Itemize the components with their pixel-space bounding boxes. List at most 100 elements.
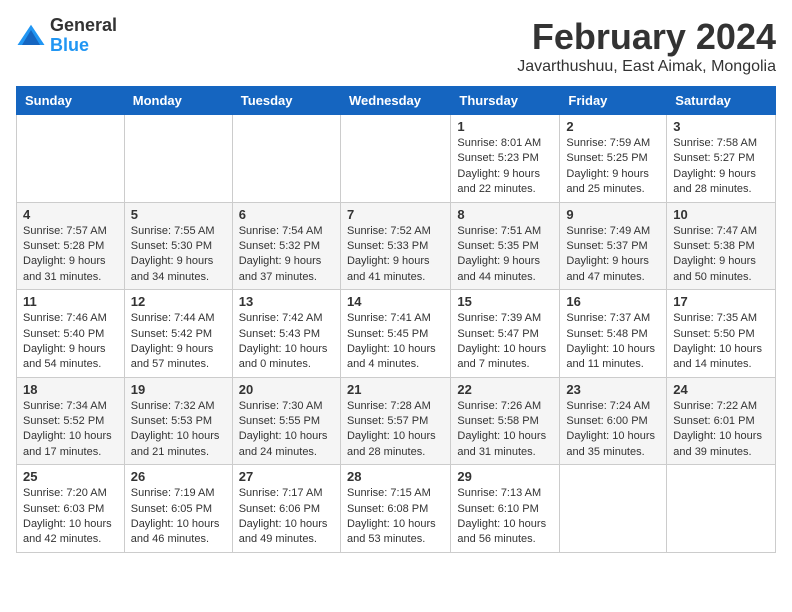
table-row: 11Sunrise: 7:46 AMSunset: 5:40 PMDayligh… (17, 290, 125, 378)
day-info: Sunrise: 7:49 AMSunset: 5:37 PMDaylight:… (566, 224, 660, 286)
table-row: 2 Sunrise: 7:59 AMSunset: 5:25 PMDaylight… (560, 115, 667, 203)
header-tuesday: Tuesday (232, 87, 340, 115)
day-number: 29 (457, 469, 553, 484)
day-info: Sunrise: 7:34 AMSunset: 5:52 PMDaylight:… (23, 399, 118, 461)
table-row (232, 115, 340, 203)
header-thursday: Thursday (451, 87, 560, 115)
table-row: 23Sunrise: 7:24 AMSunset: 6:00 PMDayligh… (560, 377, 667, 465)
table-row: 13 Sunrise: 7:42 AMSunset: 5:43 PMDayligh… (232, 290, 340, 378)
table-row: 20 Sunrise: 7:30 AMSunset: 5:55 PMDayligh… (232, 377, 340, 465)
day-number: 28 (347, 469, 444, 484)
table-row: 19Sunrise: 7:32 AMSunset: 5:53 PMDayligh… (124, 377, 232, 465)
calendar-week-row: 11Sunrise: 7:46 AMSunset: 5:40 PMDayligh… (17, 290, 776, 378)
table-row: 6Sunrise: 7:54 AMSunset: 5:32 PMDaylight… (232, 202, 340, 290)
table-row: 24 Sunrise: 7:22 AMSunset: 6:01 PMDayligh… (667, 377, 776, 465)
logo: General Blue (16, 16, 117, 56)
header-saturday: Saturday (667, 87, 776, 115)
day-number: 6 (239, 207, 334, 222)
title-section: February 2024 Javarthushuu, East Aimak, … (517, 16, 776, 76)
day-number: 4 (23, 207, 118, 222)
day-info: Sunrise: 7:52 AMSunset: 5:33 PMDaylight:… (347, 224, 444, 286)
header-monday: Monday (124, 87, 232, 115)
logo-icon (16, 21, 46, 51)
day-number: 15 (457, 294, 553, 309)
table-row (560, 465, 667, 553)
day-number: 26 (131, 469, 226, 484)
day-info: Sunrise: 7:47 AMSunset: 5:38 PMDaylight:… (673, 224, 769, 286)
calendar-header-row: Sunday Monday Tuesday Wednesday Thursday… (17, 87, 776, 115)
table-row: 27Sunrise: 7:17 AMSunset: 6:06 PMDayligh… (232, 465, 340, 553)
day-number: 24 (673, 382, 769, 397)
calendar-week-row: 1 Sunrise: 8:01 AMSunset: 5:23 PMDaylight… (17, 115, 776, 203)
day-number: 25 (23, 469, 118, 484)
day-info: Sunrise: 7:26 AMSunset: 5:58 PMDaylight:… (457, 399, 553, 461)
day-info: Sunrise: 8:01 AMSunset: 5:23 PMDaylight:… (457, 136, 553, 198)
day-info: Sunrise: 7:32 AMSunset: 5:53 PMDaylight:… (131, 399, 226, 461)
calendar-week-row: 18 Sunrise: 7:34 AMSunset: 5:52 PMDayligh… (17, 377, 776, 465)
table-row: 18 Sunrise: 7:34 AMSunset: 5:52 PMDayligh… (17, 377, 125, 465)
day-info: Sunrise: 7:17 AMSunset: 6:06 PMDaylight:… (239, 486, 334, 548)
table-row: 12 Sunrise: 7:44 AMSunset: 5:42 PMDayligh… (124, 290, 232, 378)
table-row: 26 Sunrise: 7:19 AMSunset: 6:05 PMDayligh… (124, 465, 232, 553)
day-number: 18 (23, 382, 118, 397)
table-row: 16 Sunrise: 7:37 AMSunset: 5:48 PMDayligh… (560, 290, 667, 378)
table-row: 3Sunrise: 7:58 AMSunset: 5:27 PMDaylight… (667, 115, 776, 203)
day-info: Sunrise: 7:59 AMSunset: 5:25 PMDaylight:… (566, 136, 660, 198)
logo-general: General (50, 16, 117, 36)
day-number: 21 (347, 382, 444, 397)
table-row: 21 Sunrise: 7:28 AMSunset: 5:57 PMDayligh… (340, 377, 450, 465)
day-info: Sunrise: 7:35 AMSunset: 5:50 PMDaylight:… (673, 311, 769, 373)
day-number: 5 (131, 207, 226, 222)
day-info: Sunrise: 7:57 AMSunset: 5:28 PMDaylight:… (23, 224, 118, 286)
month-title: February 2024 (517, 16, 776, 58)
calendar-table: Sunday Monday Tuesday Wednesday Thursday… (16, 86, 776, 553)
table-row: 8 Sunrise: 7:51 AMSunset: 5:35 PMDaylight… (451, 202, 560, 290)
table-row: 10 Sunrise: 7:47 AMSunset: 5:38 PMDayligh… (667, 202, 776, 290)
table-row: 25 Sunrise: 7:20 AMSunset: 6:03 PMDayligh… (17, 465, 125, 553)
day-info: Sunrise: 7:58 AMSunset: 5:27 PMDaylight:… (673, 136, 769, 198)
day-number: 1 (457, 119, 553, 134)
day-info: Sunrise: 7:55 AMSunset: 5:30 PMDaylight:… (131, 224, 226, 286)
day-number: 22 (457, 382, 553, 397)
day-info: Sunrise: 7:30 AMSunset: 5:55 PMDaylight:… (239, 399, 334, 461)
table-row: 7Sunrise: 7:52 AMSunset: 5:33 PMDaylight… (340, 202, 450, 290)
day-number: 13 (239, 294, 334, 309)
day-number: 16 (566, 294, 660, 309)
day-info: Sunrise: 7:41 AMSunset: 5:45 PMDaylight:… (347, 311, 444, 373)
table-row (340, 115, 450, 203)
page-header: General Blue February 2024 Javarthushuu,… (16, 16, 776, 76)
table-row: 17 Sunrise: 7:35 AMSunset: 5:50 PMDayligh… (667, 290, 776, 378)
day-number: 9 (566, 207, 660, 222)
day-number: 14 (347, 294, 444, 309)
day-info: Sunrise: 7:15 AMSunset: 6:08 PMDaylight:… (347, 486, 444, 548)
logo-blue: Blue (50, 36, 117, 56)
table-row (667, 465, 776, 553)
day-info: Sunrise: 7:39 AMSunset: 5:47 PMDaylight:… (457, 311, 553, 373)
day-info: Sunrise: 7:22 AMSunset: 6:01 PMDaylight:… (673, 399, 769, 461)
table-row: 14 Sunrise: 7:41 AMSunset: 5:45 PMDayligh… (340, 290, 450, 378)
day-info: Sunrise: 7:24 AMSunset: 6:00 PMDaylight:… (566, 399, 660, 461)
day-number: 2 (566, 119, 660, 134)
day-info: Sunrise: 7:28 AMSunset: 5:57 PMDaylight:… (347, 399, 444, 461)
day-info: Sunrise: 7:20 AMSunset: 6:03 PMDaylight:… (23, 486, 118, 548)
day-info: Sunrise: 7:51 AMSunset: 5:35 PMDaylight:… (457, 224, 553, 286)
day-info: Sunrise: 7:44 AMSunset: 5:42 PMDaylight:… (131, 311, 226, 373)
day-info: Sunrise: 7:46 AMSunset: 5:40 PMDaylight:… (23, 311, 118, 373)
table-row: 22 Sunrise: 7:26 AMSunset: 5:58 PMDayligh… (451, 377, 560, 465)
table-row: 9 Sunrise: 7:49 AMSunset: 5:37 PMDaylight… (560, 202, 667, 290)
location-title: Javarthushuu, East Aimak, Mongolia (517, 58, 776, 76)
day-number: 20 (239, 382, 334, 397)
table-row: 5 Sunrise: 7:55 AMSunset: 5:30 PMDaylight… (124, 202, 232, 290)
calendar-week-row: 25 Sunrise: 7:20 AMSunset: 6:03 PMDayligh… (17, 465, 776, 553)
header-sunday: Sunday (17, 87, 125, 115)
day-info: Sunrise: 7:13 AMSunset: 6:10 PMDaylight:… (457, 486, 553, 548)
day-info: Sunrise: 7:19 AMSunset: 6:05 PMDaylight:… (131, 486, 226, 548)
day-info: Sunrise: 7:42 AMSunset: 5:43 PMDaylight:… (239, 311, 334, 373)
day-number: 12 (131, 294, 226, 309)
table-row: 1 Sunrise: 8:01 AMSunset: 5:23 PMDaylight… (451, 115, 560, 203)
day-number: 10 (673, 207, 769, 222)
day-number: 17 (673, 294, 769, 309)
logo-text: General Blue (50, 16, 117, 56)
day-number: 8 (457, 207, 553, 222)
day-info: Sunrise: 7:37 AMSunset: 5:48 PMDaylight:… (566, 311, 660, 373)
